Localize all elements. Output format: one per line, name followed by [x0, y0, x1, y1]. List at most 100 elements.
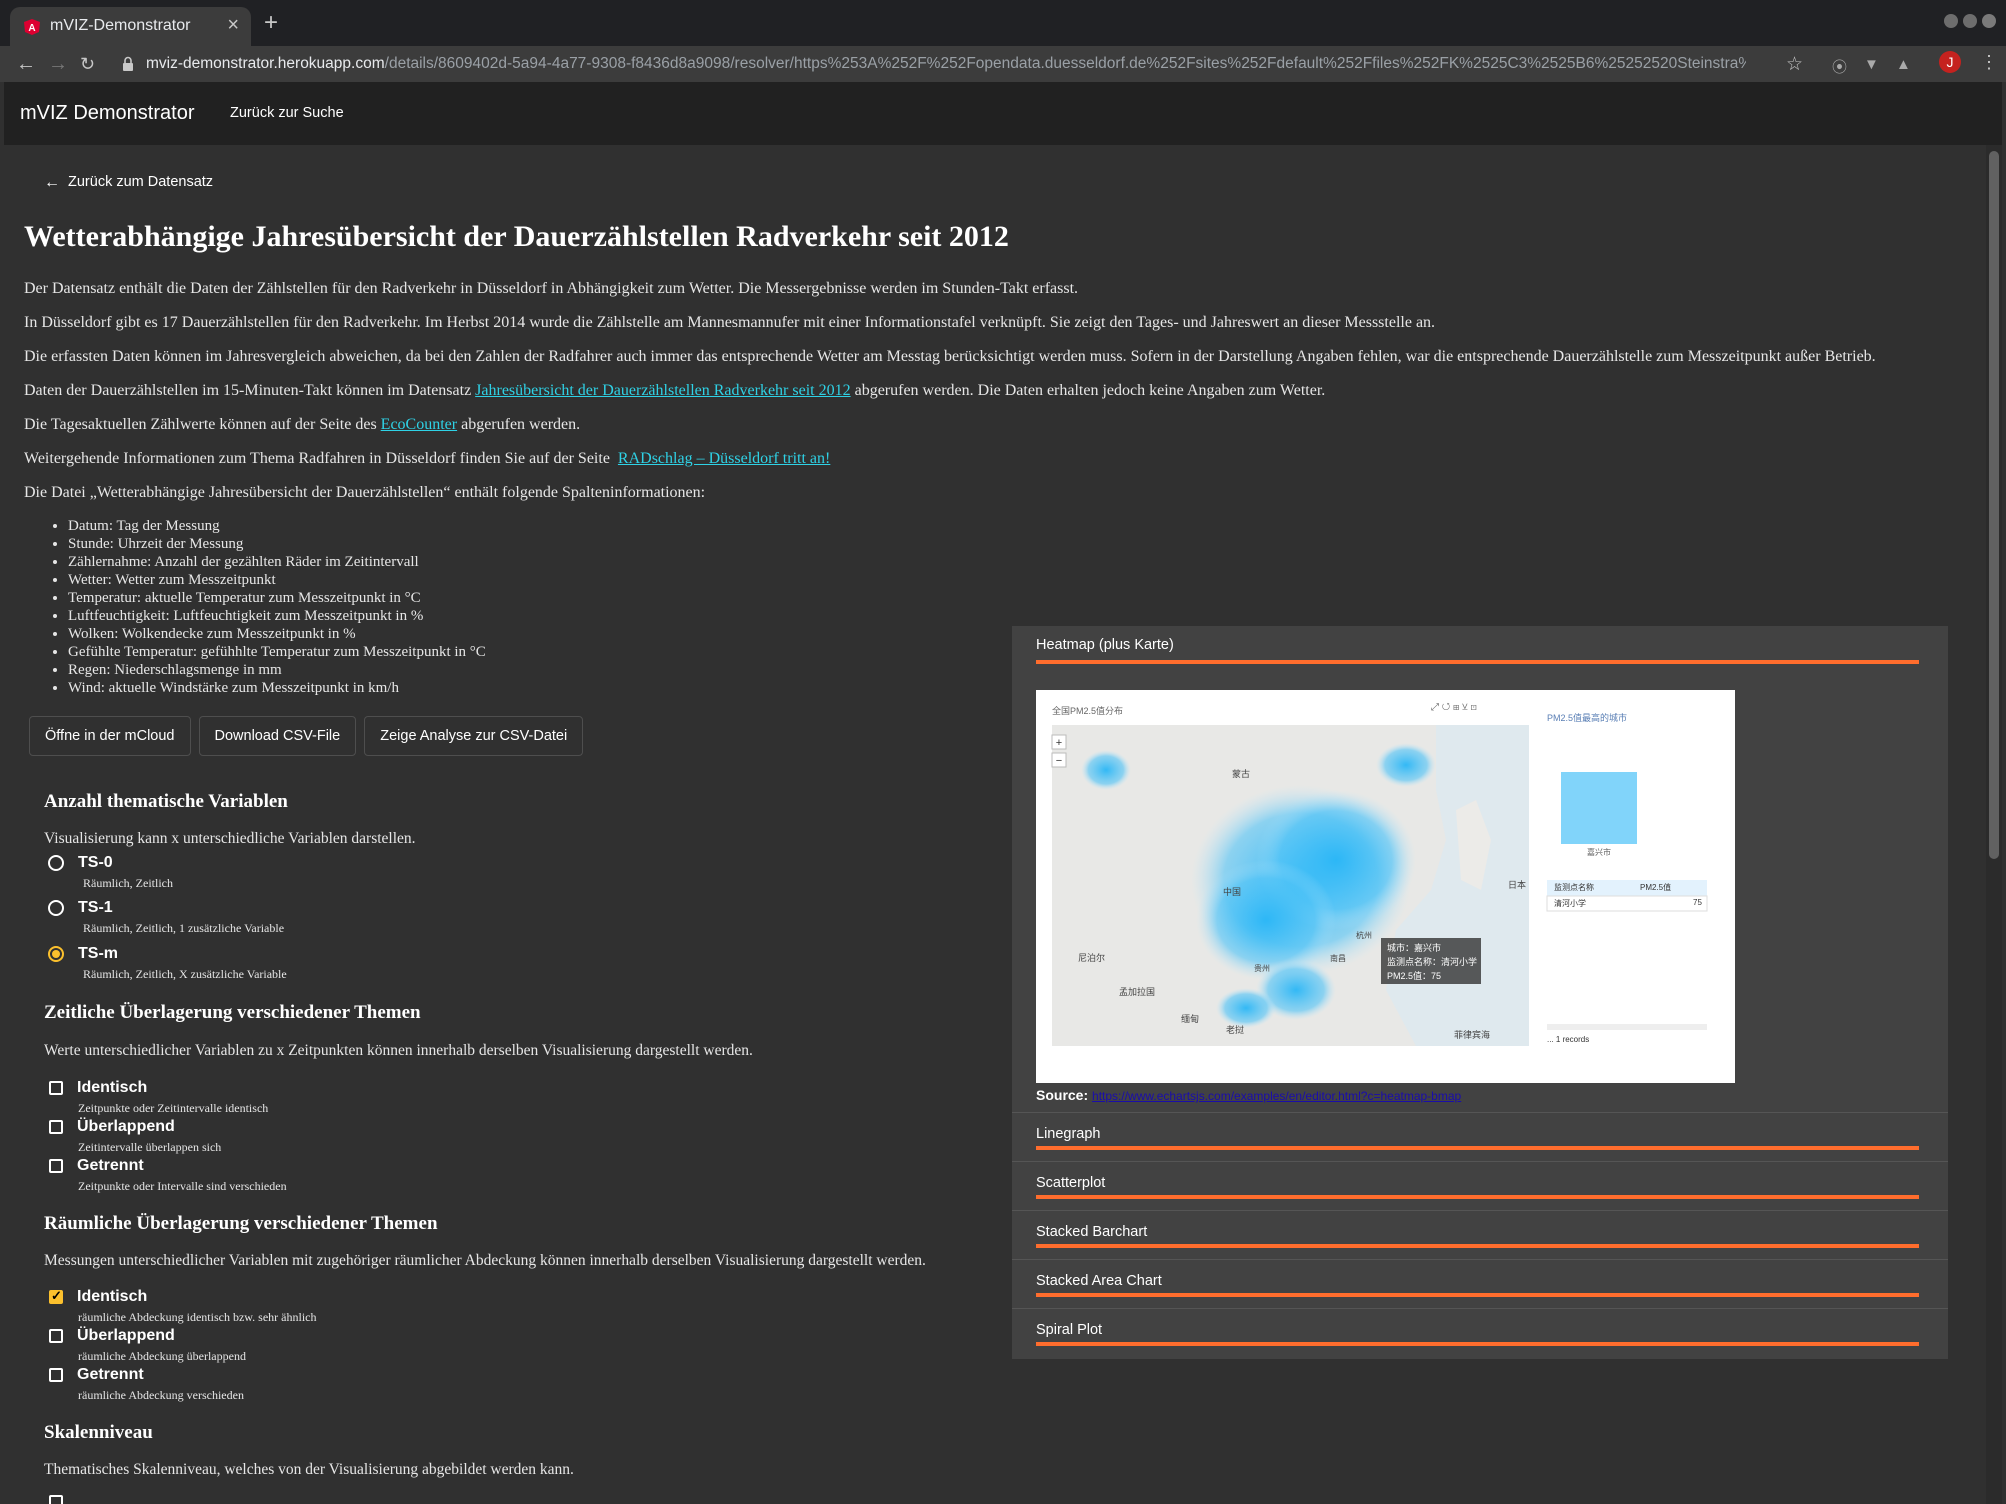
checkbox[interactable] [49, 1368, 63, 1382]
close-window-icon[interactable] [1982, 14, 1996, 28]
section-title-spatial: Räumliche Überlagerung verschiedener The… [44, 1213, 438, 1234]
expansion-header-spiral-plot[interactable]: Spiral Plot [1036, 1322, 1102, 1338]
preview-tooltip-line: 监测点名称：清河小学 [1387, 957, 1478, 967]
checkbox[interactable] [49, 1159, 63, 1173]
section-desc-spatial: Messungen unterschiedlicher Variablen mi… [44, 1252, 926, 1269]
list-item: Stunde: Uhrzeit der Messung [68, 535, 486, 553]
radio-button-selected[interactable] [48, 946, 64, 962]
checkbox[interactable] [49, 1120, 63, 1134]
list-item: Temperatur: aktuelle Temperatur zum Mess… [68, 589, 486, 607]
list-item: Gefühlte Temperatur: gefühhlte Temperatu… [68, 643, 486, 661]
svg-text:+: + [1056, 737, 1062, 749]
browser-tab[interactable]: A mVIZ-Demonstrator × [10, 7, 251, 46]
checkbox-checked[interactable] [49, 1288, 63, 1304]
accent-bar [1036, 1293, 1919, 1297]
minimize-window-icon[interactable] [1944, 14, 1958, 28]
option-label: TS-m [78, 945, 118, 962]
description-paragraph: Der Datensatz enthält die Daten der Zähl… [24, 280, 1079, 297]
profile-avatar[interactable]: J [1939, 51, 1961, 73]
toolbox-icons[interactable]: ⤢ ↺ ⊞ ⊻ ⊡ [1431, 702, 1477, 713]
option-label: Überlappend [77, 1327, 175, 1344]
radio-button[interactable] [48, 900, 64, 916]
section-desc-scale: Thematisches Skalenniveau, welches von d… [44, 1461, 574, 1478]
option-label: Identisch [77, 1079, 148, 1096]
preview-table-cell: 75 [1693, 898, 1702, 907]
checkbox[interactable] [49, 1495, 63, 1504]
arrow-left-icon[interactable]: ← [44, 174, 60, 192]
maximize-window-icon[interactable] [1963, 14, 1977, 28]
divider [1012, 1308, 1948, 1309]
reload-icon[interactable]: ↻ [80, 52, 95, 76]
description-paragraph: Die Datei „Wetterabhängige Jahresübersic… [24, 484, 706, 501]
source-label: Source: [1036, 1087, 1089, 1103]
source-link[interactable]: https://www.echartsjs.com/examples/en/ed… [1092, 1089, 1461, 1103]
browser-menu-icon[interactable]: ⋮ [1980, 52, 1998, 73]
paragraph-text: abgerufen werden. [457, 416, 581, 433]
dataset-15min-link[interactable]: Jahresübersicht der Dauerzählstellen Rad… [475, 382, 850, 399]
map-label: 尼泊尔 [1078, 953, 1106, 963]
expansion-header-heatmap[interactable]: Heatmap (plus Karte) [1036, 637, 1174, 653]
expansion-header-stacked-barchart[interactable]: Stacked Barchart [1036, 1224, 1147, 1240]
map-label: 老挝 [1226, 1025, 1245, 1035]
option-sub: Zeitintervalle überlappen sich [78, 1140, 222, 1154]
new-tab-icon[interactable]: + [264, 11, 278, 35]
paragraph-text: abgerufen werden. Die Daten erhalten jed… [850, 382, 1326, 399]
option-label: Identisch [77, 1288, 148, 1305]
accent-bar [1036, 660, 1919, 664]
checkbox[interactable] [49, 1081, 63, 1095]
extension-icon[interactable]: ⦿ [1832, 56, 1847, 77]
extension-triangle-icon[interactable]: ▲ [1896, 56, 1911, 73]
paragraph-text: Weitergehende Informationen zum Thema Ra… [24, 450, 618, 467]
radio-button[interactable] [48, 855, 64, 871]
back-to-search-link[interactable]: Zurück zur Suche [230, 105, 344, 121]
section-title-thematic: Anzahl thematische Variablen [44, 791, 288, 812]
list-item: Datum: Tag der Messung [68, 517, 486, 535]
scrollbar-thumb[interactable] [1989, 151, 1999, 859]
column-info-list: Datum: Tag der Messung Stunde: Uhrzeit d… [24, 517, 486, 697]
url-text: mviz-demonstrator.herokuapp.com/details/… [146, 55, 1746, 73]
map-label: 缅甸 [1181, 1014, 1200, 1024]
expansion-header-stacked-area[interactable]: Stacked Area Chart [1036, 1273, 1162, 1289]
divider [1012, 1259, 1948, 1260]
bookmark-star-icon[interactable]: ☆ [1786, 53, 1803, 76]
description-paragraph: Die erfassten Daten können im Jahresverg… [24, 348, 1876, 365]
tab-title: mVIZ-Demonstrator [50, 17, 191, 34]
option-sub: räumliche Abdeckung verschieden [78, 1388, 244, 1402]
expansion-header-linegraph[interactable]: Linegraph [1036, 1126, 1101, 1142]
section-title-temporal: Zeitliche Überlagerung verschiedener The… [44, 1002, 421, 1023]
description-paragraph: Daten der Dauerzählstellen im 15-Minuten… [24, 382, 1325, 400]
accent-bar [1036, 1146, 1919, 1150]
option-label: Getrennt [77, 1157, 144, 1174]
angular-icon: A [24, 19, 40, 35]
divider [1012, 1112, 1948, 1113]
action-buttons: Öffne in der mCloud Download CSV-File Zeig… [29, 716, 591, 756]
extension-shield-icon[interactable]: ▼ [1864, 56, 1879, 73]
page-title: Wetterabhängige Jahresübersicht der Daue… [24, 220, 1009, 253]
open-mcloud-button[interactable]: Öffne in der mCloud [29, 716, 191, 756]
expansion-header-scatterplot[interactable]: Scatterplot [1036, 1175, 1105, 1191]
ecocounter-link[interactable]: EcoCounter [381, 416, 457, 433]
paragraph-text: Daten der Dauerzählstellen im 15-Minuten… [24, 382, 476, 399]
svg-text:−: − [1056, 755, 1062, 767]
page-scrollbar[interactable] [1986, 145, 2002, 1504]
preview-chart-title: 全国PM2.5值分布 [1052, 706, 1124, 716]
preview-side-title: PM2.5值最高的城市 [1547, 713, 1628, 723]
checkbox[interactable] [49, 1329, 63, 1343]
show-analysis-button[interactable]: Zeige Analyse zur CSV-Datei [364, 716, 584, 756]
app-title[interactable]: mVIZ Demonstrator [20, 102, 194, 125]
radschlag-link[interactable]: RADschlag – Düsseldorf tritt an! [618, 450, 830, 467]
map-label: 日本 [1508, 880, 1527, 890]
browser-tab-strip: A mVIZ-Demonstrator × + [0, 0, 2006, 46]
back-to-dataset-link[interactable]: Zurück zum Datensatz [68, 174, 213, 190]
download-csv-button[interactable]: Download CSV-File [198, 716, 357, 756]
map-label: 蒙古 [1232, 769, 1251, 779]
address-bar[interactable]: mviz-demonstrator.herokuapp.com/details/… [112, 50, 1780, 78]
preview-tooltip-line: PM2.5值：75 [1387, 971, 1442, 981]
url-path: /details/8609402d-5a94-4a77-9308-f8436d8… [384, 55, 1746, 72]
back-arrow-icon[interactable]: ← [16, 52, 36, 76]
list-item: Wind: aktuelle Windstärke zum Messzeitpu… [68, 679, 486, 697]
forward-arrow-icon[interactable]: → [48, 52, 68, 76]
close-tab-icon[interactable]: × [227, 14, 239, 37]
heatmap-map-illustration: + − [1051, 725, 1708, 1046]
option-sub: Räumlich, Zeitlich [83, 876, 173, 890]
